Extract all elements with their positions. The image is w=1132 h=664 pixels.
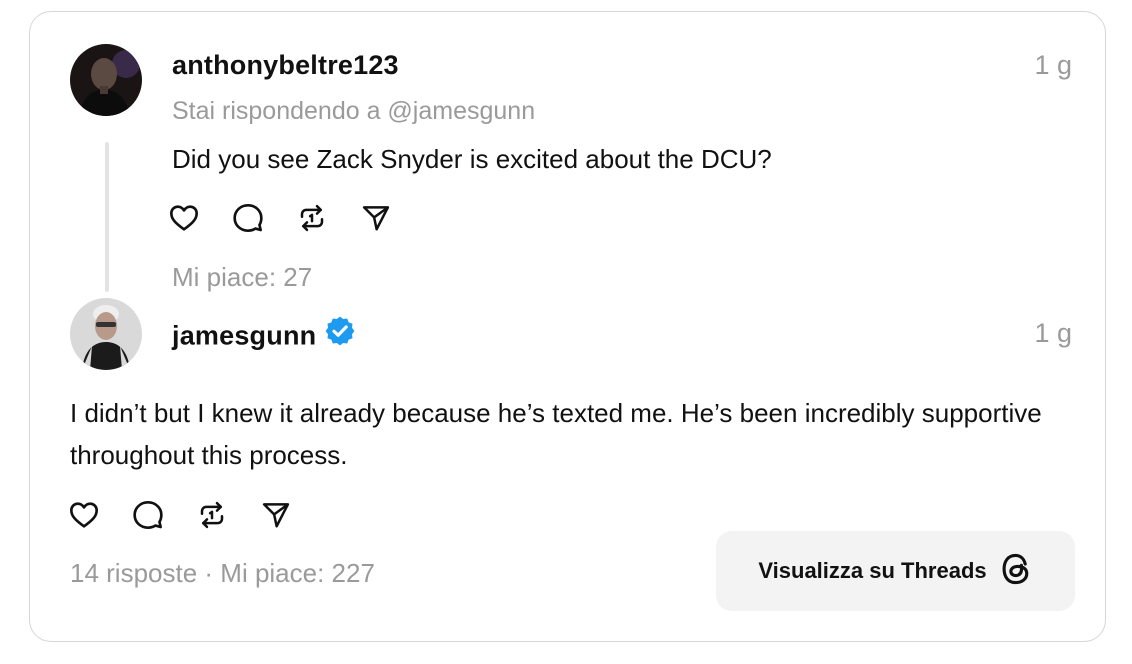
main-text: I didn’t but I knew it already because h… <box>70 398 1042 470</box>
reply-actions <box>166 200 422 236</box>
repost-icon[interactable] <box>294 200 330 236</box>
heart-icon[interactable] <box>166 200 202 236</box>
view-on-threads-label: Visualizza su Threads <box>758 558 987 583</box>
comment-icon[interactable] <box>230 200 266 236</box>
threads-logo-icon <box>999 550 1033 593</box>
thread-connector-line <box>105 142 109 292</box>
reply-text: Did you see Zack Snyder is excited about… <box>172 144 772 174</box>
threads-embed-card: anthonybeltre123 1 g Stai rispondendo a … <box>29 11 1106 642</box>
reply-timestamp[interactable]: 1 g <box>1034 50 1072 81</box>
main-actions <box>66 497 322 533</box>
heart-icon[interactable] <box>66 497 102 533</box>
comment-icon[interactable] <box>130 497 166 533</box>
main-timestamp[interactable]: 1 g <box>1034 318 1072 349</box>
repost-icon[interactable] <box>194 497 230 533</box>
view-on-threads-button[interactable]: Visualizza su Threads <box>716 531 1075 611</box>
avatar-jamesgunn[interactable] <box>70 298 142 370</box>
main-username-row: jamesgunn <box>172 315 356 357</box>
reply-likes[interactable]: Mi piace: 27 <box>172 262 312 293</box>
send-icon[interactable] <box>358 200 394 236</box>
main-stats[interactable]: 14 risposte · Mi piace: 227 <box>70 558 375 589</box>
replying-to-label: Stai rispondendo a @jamesgunn <box>172 97 536 125</box>
verified-badge-icon <box>324 315 356 354</box>
reply-username[interactable]: anthonybeltre123 <box>172 50 399 81</box>
send-icon[interactable] <box>258 497 294 533</box>
avatar-anthonybeltre123[interactable] <box>70 44 142 116</box>
main-username[interactable]: jamesgunn <box>172 321 316 351</box>
